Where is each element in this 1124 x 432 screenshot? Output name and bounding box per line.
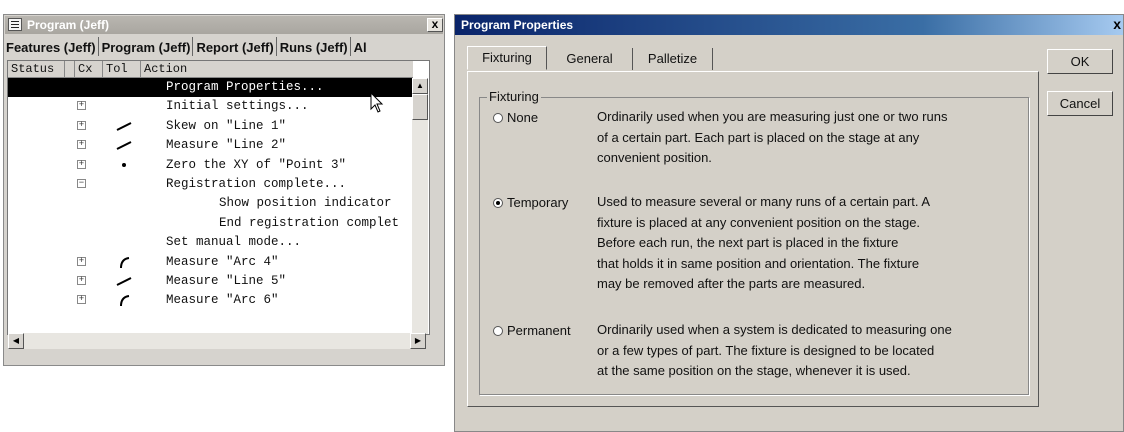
list-item-label: Zero the XY of "Point 3" <box>166 157 347 172</box>
collapse-icon[interactable]: − <box>77 179 86 188</box>
temporary-description-line: Used to measure several or many runs of … <box>597 194 931 209</box>
temporary-description-line: that holds it in same position and orien… <box>597 255 920 271</box>
close-button[interactable]: x <box>427 18 443 32</box>
list-item[interactable]: + Zero the XY of "Point 3" <box>8 156 429 175</box>
ok-button[interactable]: OK <box>1047 49 1113 74</box>
list-item-label: Measure "Line 2" <box>166 138 287 153</box>
list-item-label: Skew on "Line 1" <box>166 118 287 133</box>
temporary-description-line: fixture is placed at any convenient posi… <box>597 214 921 230</box>
list-item-label: End registration complet <box>219 215 400 230</box>
radio-temporary[interactable]: Temporary <box>493 195 568 210</box>
none-description-line: Ordinarily used when you are measuring j… <box>597 109 948 124</box>
close-icon: x <box>431 17 439 31</box>
fixturing-group-label: Fixturing <box>487 89 541 104</box>
scroll-thumb[interactable] <box>412 94 428 120</box>
radio-none-label: None <box>507 110 539 125</box>
list-item[interactable]: + Measure "Arc 4" <box>8 253 429 272</box>
vertical-scrollbar[interactable]: ▲ ▼ <box>412 78 428 334</box>
expand-icon[interactable]: + <box>77 256 86 266</box>
list-item[interactable]: + Skew on "Line 1" <box>8 117 429 136</box>
list-item-label: Initial settings... <box>166 99 309 114</box>
list-item[interactable]: + Measure "Line 5" <box>8 272 429 291</box>
tab-palletize[interactable]: Palletize <box>633 48 713 70</box>
dialog-title: Program Properties <box>461 18 574 32</box>
list-item[interactable]: Show position indicator <box>8 194 429 213</box>
list-item-label: Program Properties... <box>166 80 324 94</box>
program-properties-dialog: Program Properties x Fixturing General P… <box>454 14 1124 432</box>
temporary-description-line: Before each run, the next part is placed… <box>597 235 899 250</box>
tab-fixturing[interactable]: Fixturing <box>467 46 547 70</box>
column-header: Status Cx Tol Action <box>8 61 413 78</box>
dialog-titlebar[interactable]: Program Properties x <box>455 15 1123 35</box>
list-item[interactable]: + Initial settings... <box>8 97 429 116</box>
list-item-label: Measure "Arc 4" <box>166 254 279 269</box>
mouse-cursor-icon <box>370 92 384 113</box>
list-item-label: Registration complete... <box>166 177 347 191</box>
expand-icon[interactable]: + <box>77 295 86 305</box>
tab-report[interactable]: Report (Jeff) <box>193 37 277 56</box>
line-icon <box>114 272 134 291</box>
radio-permanent-button[interactable] <box>493 325 503 336</box>
expand-icon[interactable]: + <box>77 101 86 111</box>
program-list-icon <box>8 18 22 31</box>
none-description: Ordinarily used when you are measuring j… <box>597 107 1027 169</box>
permanent-description-line: or a few types of part. The fixture is d… <box>597 342 935 358</box>
column-tol[interactable]: Tol <box>103 61 141 77</box>
tab-general[interactable]: General <box>547 48 633 70</box>
program-tabs: Features (Jeff) Program (Jeff) Report (Jef… <box>5 37 443 59</box>
expand-icon[interactable]: + <box>77 120 86 130</box>
list-item-label: Show position indicator <box>219 196 392 211</box>
tab-features[interactable]: Features (Jeff) <box>5 37 99 56</box>
arc-icon <box>114 253 134 272</box>
arc-icon <box>114 291 134 310</box>
temporary-description-line: may be removed after the parts are measu… <box>597 276 866 291</box>
list-item[interactable]: End registration complet <box>8 214 429 233</box>
list-item[interactable]: + Measure "Arc 6" <box>8 291 429 310</box>
program-step-list[interactable]: Status Cx Tol Action Program Properties.… <box>7 60 430 335</box>
list-item[interactable]: − Registration complete... <box>8 175 429 194</box>
expand-icon[interactable]: + <box>77 140 86 150</box>
tab-program[interactable]: Program (Jeff) <box>99 37 194 56</box>
list-item-label: Measure "Arc 6" <box>166 293 279 308</box>
none-description-line: convenient position. <box>597 150 712 165</box>
column-status[interactable]: Status <box>8 61 65 77</box>
list-item[interactable]: Set manual mode... <box>8 233 429 252</box>
radio-temporary-label: Temporary <box>507 195 569 210</box>
scroll-right-button[interactable]: ▶ <box>410 333 426 349</box>
column-spacer <box>65 61 75 77</box>
scroll-left-button[interactable]: ◀ <box>8 333 24 349</box>
expand-icon[interactable]: + <box>77 276 86 285</box>
permanent-description: Ordinarily used when a system is dedicat… <box>597 320 1027 382</box>
scroll-up-button[interactable]: ▲ <box>412 78 428 94</box>
line-icon <box>114 117 134 136</box>
permanent-description-line: at the same position on the stage, whene… <box>597 363 911 378</box>
program-window-title: Program (Jeff) <box>27 18 110 32</box>
column-action[interactable]: Action <box>141 61 413 77</box>
none-description-line: of a certain part. Each part is placed o… <box>597 129 920 145</box>
close-icon[interactable]: x <box>1113 16 1121 32</box>
radio-none-button[interactable] <box>493 112 503 123</box>
radio-permanent-label: Permanent <box>507 323 571 338</box>
list-item-label: Set manual mode... <box>166 235 302 250</box>
column-cx[interactable]: Cx <box>75 61 103 77</box>
list-item[interactable]: + Measure "Line 2" <box>8 136 429 155</box>
permanent-description-line: Ordinarily used when a system is dedicat… <box>597 322 952 337</box>
line-icon <box>114 136 134 155</box>
expand-icon[interactable]: + <box>77 159 86 169</box>
temporary-description: Used to measure several or many runs of … <box>597 192 1027 295</box>
radio-none[interactable]: None <box>493 110 538 125</box>
program-window-titlebar[interactable]: Program (Jeff) <box>5 16 443 34</box>
radio-permanent[interactable]: Permanent <box>493 323 571 338</box>
cancel-button[interactable]: Cancel <box>1047 91 1113 116</box>
point-icon <box>114 156 134 175</box>
tab-al[interactable]: Al <box>351 37 369 56</box>
radio-temporary-button[interactable] <box>493 197 503 208</box>
tab-runs[interactable]: Runs (Jeff) <box>277 37 351 56</box>
program-window: Program (Jeff) x Features (Jeff) Program … <box>3 14 445 366</box>
list-item[interactable]: Program Properties... <box>8 78 425 97</box>
list-item-label: Measure "Line 5" <box>166 274 287 288</box>
horizontal-scrollbar[interactable]: ◀ ▶ <box>8 333 426 349</box>
